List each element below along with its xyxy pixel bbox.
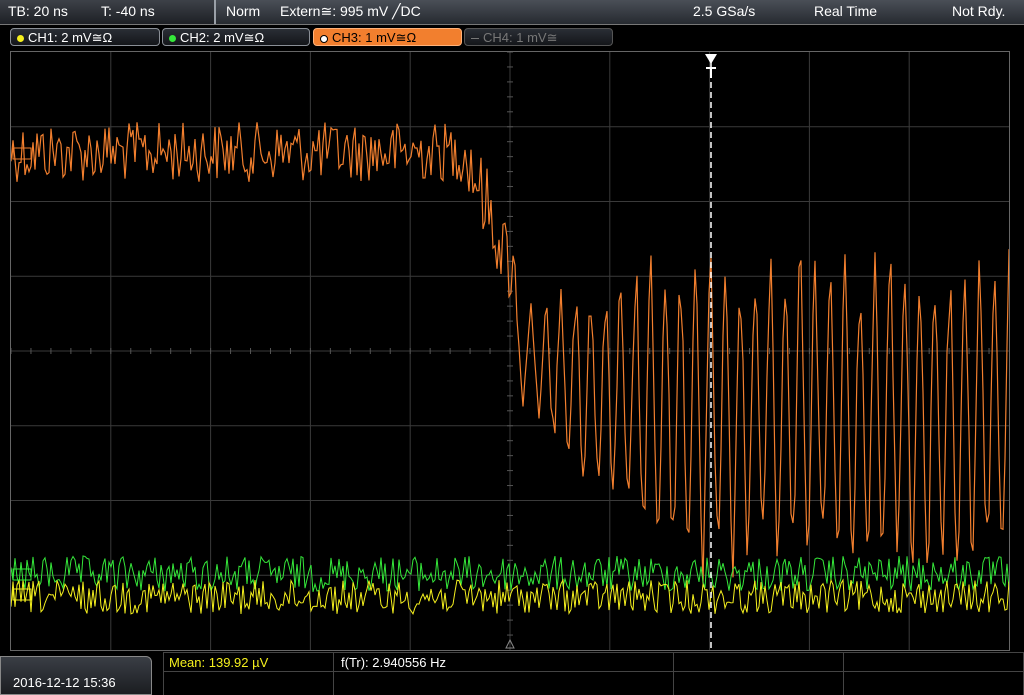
datetime: 2016-12-12 15:36 — [13, 675, 116, 690]
frequency-measurement[interactable]: f(Tr): 2.940556 Hz — [341, 655, 446, 670]
dash-icon — [471, 38, 479, 40]
circle-dot-icon — [169, 35, 176, 43]
ch4-label: CH4: 1 mV≅ — [483, 30, 558, 45]
trigger-mode[interactable]: Norm — [226, 3, 260, 19]
channel-tab-ch2[interactable]: CH2: 2 mV≅Ω — [162, 28, 310, 46]
waveform-display[interactable] — [10, 51, 1010, 651]
circle-dot-icon — [320, 34, 328, 43]
trigger-t-icon — [706, 67, 716, 78]
trigger-source[interactable]: Extern≅: 995 mV ╱DC — [280, 3, 421, 20]
trigger-down-arrow-icon — [705, 54, 717, 64]
acquisition-status: Not Rdy. — [952, 3, 1006, 19]
acquisition-mode[interactable]: Real Time — [814, 3, 877, 19]
channel-tab-ch1[interactable]: CH1: 2 mV≅Ω — [10, 28, 160, 46]
timebase-box[interactable]: TB: 20 ns T: -40 ns — [0, 0, 216, 24]
ch3-label: CH3: 1 mV≅Ω — [332, 30, 417, 45]
measurement-bar: 2016-12-12 15:36 Mean: 139.92 µV f(Tr): … — [0, 652, 1024, 695]
measurement-grid — [163, 652, 1024, 695]
status-bar: TB: 20 ns T: -40 ns Norm Extern≅: 995 mV… — [0, 0, 1024, 25]
channel-tab-ch3[interactable]: CH3: 1 mV≅Ω — [313, 28, 462, 46]
ch2-label: CH2: 2 mV≅Ω — [180, 30, 265, 45]
timebase-value: TB: 20 ns — [8, 3, 68, 19]
channel-tabs: CH1: 2 mV≅Ω CH2: 2 mV≅Ω CH3: 1 mV≅Ω CH4:… — [0, 25, 1024, 49]
datetime-box: 2016-12-12 15:36 — [0, 656, 152, 695]
waveform-canvas — [10, 51, 1010, 650]
sample-rate[interactable]: 2.5 GSa/s — [693, 3, 755, 19]
mean-measurement[interactable]: Mean: 139.92 µV — [169, 655, 268, 670]
ch1-label: CH1: 2 mV≅Ω — [28, 30, 113, 45]
channel-tab-ch4[interactable]: CH4: 1 mV≅ — [464, 28, 613, 46]
circle-dot-icon — [17, 35, 24, 43]
trigger-time-value: T: -40 ns — [101, 3, 155, 19]
